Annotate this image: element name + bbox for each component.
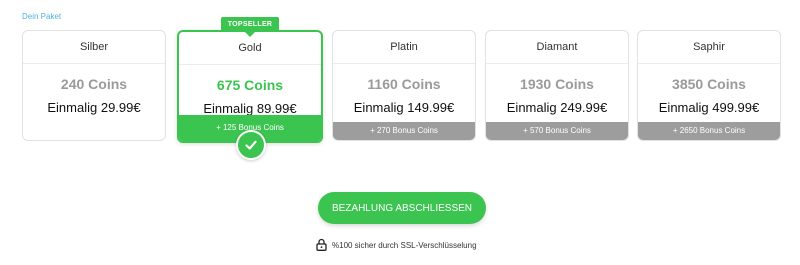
package-name: Diamant	[486, 31, 628, 64]
package-price: Einmalig 29.99€	[47, 100, 141, 115]
package-coins: 3850 Coins	[672, 76, 746, 92]
package-price: Einmalig 249.99€	[506, 100, 608, 115]
ssl-notice: %100 sicher durch SSL-Verschlüsselung	[316, 238, 477, 252]
package-price: Einmalig 149.99€	[353, 100, 455, 115]
package-coins: 1160 Coins	[367, 76, 441, 92]
topseller-badge: TOPSELLER	[221, 17, 279, 37]
lock-icon	[316, 238, 327, 253]
package-coins: 1930 Coins	[520, 76, 594, 92]
package-card-silber[interactable]: Silber 240 Coins Einmalig 29.99€	[22, 30, 166, 141]
package-cards: Silber 240 Coins Einmalig 29.99€ Gold 67…	[0, 0, 800, 160]
complete-payment-button[interactable]: BEZAHLUNG ABSCHLIESSEN	[318, 192, 486, 224]
package-card-gold[interactable]: Gold 675 Coins Einmalig 89.99€ + 125 Bon…	[177, 30, 323, 143]
bonus-bar: + 2650 Bonus Coins	[638, 122, 780, 140]
package-card-saphir[interactable]: Saphir 3850 Coins Einmalig 499.99€ + 265…	[637, 30, 781, 141]
package-name: Platin	[333, 31, 475, 64]
selected-check-icon	[236, 130, 266, 160]
package-name: Silber	[23, 31, 165, 64]
package-coins: 240 Coins	[60, 76, 128, 92]
package-price: Einmalig 499.99€	[658, 100, 760, 115]
bonus-bar: + 270 Bonus Coins	[333, 122, 475, 140]
package-card-diamant[interactable]: Diamant 1930 Coins Einmalig 249.99€ + 57…	[485, 30, 629, 141]
package-name: Saphir	[638, 31, 780, 64]
package-card-platin[interactable]: Platin 1160 Coins Einmalig 149.99€ + 270…	[332, 30, 476, 141]
package-coins: 675 Coins	[216, 77, 284, 93]
ssl-text: %100 sicher durch SSL-Verschlüsselung	[332, 240, 477, 250]
bonus-bar: + 570 Bonus Coins	[486, 122, 628, 140]
